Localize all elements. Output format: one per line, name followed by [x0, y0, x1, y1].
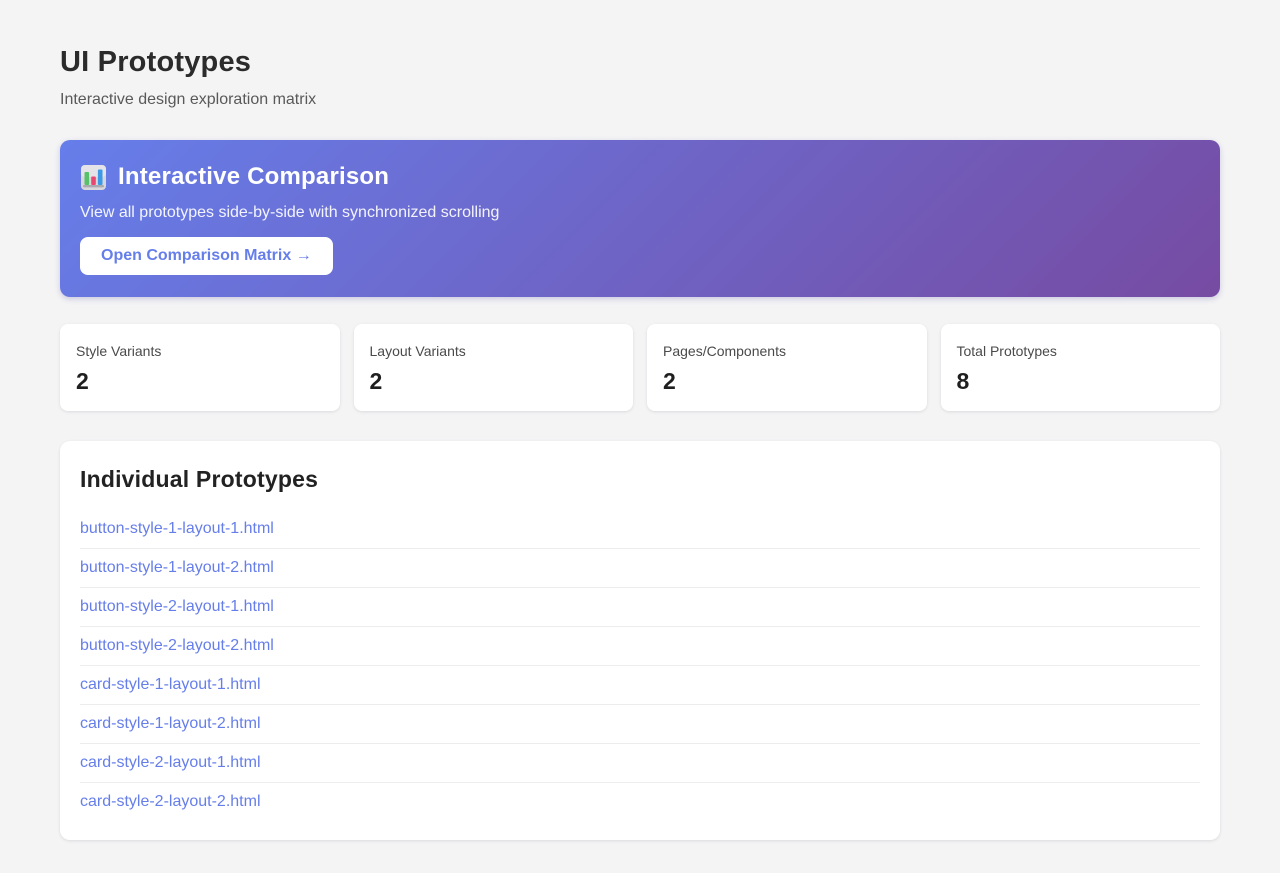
open-comparison-matrix-button[interactable]: Open Comparison Matrix →	[80, 237, 333, 275]
stat-card-pages-components: Pages/Components 2	[647, 324, 927, 411]
stat-value: 2	[663, 368, 676, 394]
stat-value: 2	[76, 368, 89, 394]
prototype-link[interactable]: card-style-2-layout-2.html	[80, 783, 1200, 821]
stat-card-layout-variants: Layout Variants 2	[353, 324, 633, 411]
comparison-banner: Interactive Comparison View all prototyp…	[60, 140, 1220, 297]
banner-title-row: Interactive Comparison	[80, 163, 1200, 191]
stats-row: Style Variants 2 Layout Variants 2 Pages…	[60, 324, 1220, 411]
prototype-link-list: button-style-1-layout-1.html button-styl…	[80, 510, 1200, 821]
prototype-link[interactable]: card-style-1-layout-2.html	[80, 705, 1200, 744]
stat-label: Style Variants	[76, 343, 162, 359]
page-container: UI Prototypes Interactive design explora…	[60, 0, 1220, 840]
stat-label: Total Prototypes	[956, 343, 1057, 359]
prototype-link[interactable]: button-style-1-layout-2.html	[80, 549, 1200, 588]
page-subtitle: Interactive design exploration matrix	[60, 91, 317, 108]
page-title: UI Prototypes	[60, 46, 252, 78]
prototype-link[interactable]: button-style-2-layout-2.html	[80, 627, 1200, 666]
prototype-link[interactable]: card-style-1-layout-1.html	[80, 666, 1200, 705]
prototype-link[interactable]: card-style-2-layout-1.html	[80, 744, 1200, 783]
individual-prototypes-heading: Individual Prototypes	[80, 466, 319, 492]
banner-title: Interactive Comparison	[118, 163, 390, 190]
stat-card-total-prototypes: Total Prototypes 8	[940, 324, 1220, 411]
banner-subtitle: View all prototypes side-by-side with sy…	[80, 204, 500, 221]
stat-label: Pages/Components	[663, 343, 786, 359]
stat-card-style-variants: Style Variants 2	[60, 324, 340, 411]
prototype-link[interactable]: button-style-2-layout-1.html	[80, 588, 1200, 627]
stat-value: 8	[956, 368, 970, 394]
bar-chart-icon	[80, 164, 107, 191]
individual-prototypes-card: Individual Prototypes button-style-1-lay…	[60, 441, 1220, 840]
prototype-link[interactable]: button-style-1-layout-1.html	[80, 510, 1200, 549]
stat-label: Layout Variants	[369, 343, 466, 359]
stat-value: 2	[369, 368, 383, 394]
